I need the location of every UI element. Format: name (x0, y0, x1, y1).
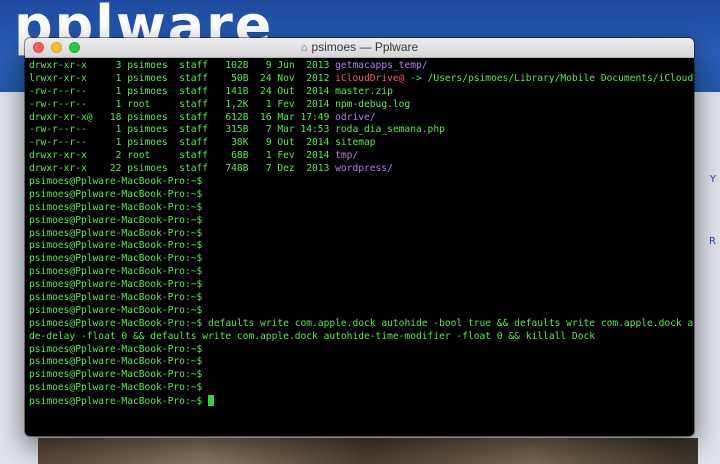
listing-row: drwxr-xr-x@ 18 psimoes staff 612B 16 Mar… (29, 112, 694, 125)
listing-meta: lrwxr-xr-x 1 psimoes staff 50B 24 Nov 20… (29, 72, 336, 84)
listing-row: drwxr-xr-x 22 psimoes staff 748B 7 Dez 2… (29, 163, 694, 176)
prompt-line: psimoes@Pplware-MacBook-Pro:~$ (29, 240, 694, 253)
file-name: npm-debug.log (335, 98, 411, 110)
file-suffix: -> /Users/psimoes/Library/Mobile Documen… (404, 72, 694, 84)
file-name: getmacapps_temp (335, 60, 422, 71)
listing-meta: drwxr-xr-x 22 psimoes staff 748B 7 Dez 2… (29, 163, 336, 175)
file-name: sitemap (335, 137, 376, 149)
prompt-line: psimoes@Pplware-MacBook-Pro:~$ (29, 369, 694, 382)
prompt-line: psimoes@Pplware-MacBook-Pro:~$ (29, 215, 694, 228)
listing-row: drwxr-xr-x 3 psimoes staff 102B 9 Jun 20… (29, 60, 694, 73)
prompt-line: psimoes@Pplware-MacBook-Pro:~$ (29, 228, 694, 241)
terminal-window[interactable]: ⌂ psimoes — Pplware drwxr-xr-x 3 psimoes … (25, 38, 694, 436)
shell-prompt: psimoes@Pplware-MacBook-Pro:~$ (29, 396, 203, 408)
prompt-line: psimoes@Pplware-MacBook-Pro:~$ (29, 253, 694, 266)
listing-meta: -rw-r--r-- 1 psimoes staff 141B 24 Out 2… (29, 85, 336, 97)
shell-prompt: psimoes@Pplware-MacBook-Pro:~$ (29, 240, 203, 252)
prompt-line: psimoes@Pplware-MacBook-Pro:~$ (29, 189, 694, 202)
shell-prompt: psimoes@Pplware-MacBook-Pro:~$ (29, 292, 203, 304)
shell-prompt: psimoes@Pplware-MacBook-Pro:~$ (29, 227, 203, 239)
listing-row: -rw-r--r-- 1 psimoes staff 38K 9 Out 201… (29, 137, 694, 150)
shell-prompt: psimoes@Pplware-MacBook-Pro:~$ (29, 382, 203, 394)
listing-row: drwxr-xr-x 2 root staff 68B 1 Fev 2014 t… (29, 150, 694, 163)
shell-prompt: psimoes@Pplware-MacBook-Pro:~$ (29, 279, 203, 291)
listing-row: -rw-r--r-- 1 psimoes staff 315B 7 Mar 14… (29, 124, 694, 137)
file-suffix: / (369, 111, 376, 123)
shell-prompt: psimoes@Pplware-MacBook-Pro:~$ (29, 356, 203, 368)
listing-row: -rw-r--r-- 1 psimoes staff 141B 24 Out 2… (29, 86, 694, 99)
listing-meta: drwxr-xr-x 3 psimoes staff 102B 9 Jun 20… (29, 60, 336, 71)
prompt-line: psimoes@Pplware-MacBook-Pro:~$ (29, 356, 694, 369)
prompt-line: psimoes@Pplware-MacBook-Pro:~$ (29, 279, 694, 292)
file-name: odrive (335, 111, 370, 123)
file-suffix: / (421, 60, 428, 71)
command-text: defaults write com.apple.dock autohide -… (202, 317, 694, 329)
prompt-line: psimoes@Pplware-MacBook-Pro:~$ (29, 292, 694, 305)
website-edge-text: Y (709, 174, 716, 185)
listing-row: -rw-r--r-- 1 root staff 1,2K 1 Fev 2014 … (29, 99, 694, 112)
shell-prompt: psimoes@Pplware-MacBook-Pro:~$ (29, 176, 203, 188)
prompt-line: psimoes@Pplware-MacBook-Pro:~$ (29, 395, 694, 408)
terminal-output[interactable]: drwxr-xr-x 3 psimoes staff 102B 9 Jun 20… (25, 58, 694, 408)
prompt-line: psimoes@Pplware-MacBook-Pro:~$ (29, 344, 694, 357)
shell-prompt: psimoes@Pplware-MacBook-Pro:~$ (29, 253, 203, 265)
command-continuation: de-delay -float 0 && defaults write com.… (29, 330, 596, 342)
listing-meta: drwxr-xr-x@ 18 psimoes staff 612B 16 Mar… (29, 111, 336, 123)
listing-meta: -rw-r--r-- 1 psimoes staff 38K 9 Out 201… (29, 137, 336, 149)
website-photo (38, 438, 698, 464)
file-name: iCloudDrive@ (335, 72, 405, 84)
shell-prompt: psimoes@Pplware-MacBook-Pro:~$ (29, 343, 203, 355)
shell-prompt: psimoes@Pplware-MacBook-Pro:~$ (29, 317, 203, 329)
shell-prompt: psimoes@Pplware-MacBook-Pro:~$ (29, 266, 203, 278)
website-edge-text: R (709, 236, 716, 247)
prompt-line: psimoes@Pplware-MacBook-Pro:~$ (29, 266, 694, 279)
listing-meta: drwxr-xr-x 2 root staff 68B 1 Fev 2014 (29, 150, 336, 162)
file-name: roda_dia_semana.php (335, 124, 445, 136)
window-title: ⌂ psimoes — Pplware (25, 40, 694, 54)
shell-prompt: psimoes@Pplware-MacBook-Pro:~$ (29, 304, 203, 316)
text-cursor (208, 395, 215, 407)
listing-row: lrwxr-xr-x 1 psimoes staff 50B 24 Nov 20… (29, 73, 694, 86)
shell-prompt: psimoes@Pplware-MacBook-Pro:~$ (29, 201, 203, 213)
shell-prompt: psimoes@Pplware-MacBook-Pro:~$ (29, 214, 203, 226)
shell-prompt: psimoes@Pplware-MacBook-Pro:~$ (29, 188, 203, 200)
shell-prompt: psimoes@Pplware-MacBook-Pro:~$ (29, 369, 203, 381)
file-name: tmp (335, 150, 353, 162)
file-suffix: / (387, 163, 393, 175)
file-name: master.zip (335, 85, 393, 97)
prompt-line: psimoes@Pplware-MacBook-Pro:~$ (29, 382, 694, 395)
prompt-line: psimoes@Pplware-MacBook-Pro:~$ defaults … (29, 318, 694, 331)
title-bar[interactable]: ⌂ psimoes — Pplware (25, 38, 694, 58)
listing-meta: -rw-r--r-- 1 psimoes staff 315B 7 Mar 14… (29, 124, 336, 136)
window-title-text: psimoes — Pplware (311, 40, 419, 54)
prompt-line: psimoes@Pplware-MacBook-Pro:~$ (29, 305, 694, 318)
file-suffix: / (352, 150, 359, 162)
file-name: wordpress (335, 163, 388, 175)
home-icon: ⌂ (300, 42, 308, 54)
prompt-line: psimoes@Pplware-MacBook-Pro:~$ (29, 202, 694, 215)
prompt-line: psimoes@Pplware-MacBook-Pro:~$ (29, 176, 694, 189)
listing-meta: -rw-r--r-- 1 root staff 1,2K 1 Fev 2014 (29, 98, 336, 110)
